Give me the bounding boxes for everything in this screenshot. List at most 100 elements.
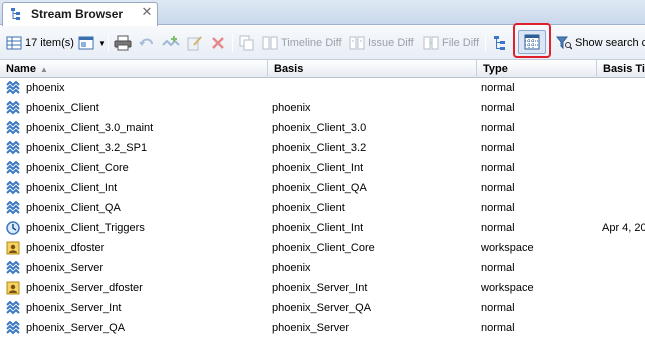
stream-name: phoenix bbox=[26, 82, 65, 94]
clock-icon bbox=[6, 221, 20, 235]
stream-icon bbox=[6, 160, 20, 175]
stream-name: phoenix_dfoster bbox=[26, 242, 105, 254]
window-layout-icon bbox=[78, 36, 94, 50]
column-basis-time-label: Basis Ti bbox=[603, 63, 645, 75]
stream-basis-time bbox=[602, 178, 645, 198]
undo-arrow-icon bbox=[139, 38, 153, 46]
stream-basis-time bbox=[602, 98, 645, 118]
add-stream-button[interactable] bbox=[162, 32, 180, 54]
table-row[interactable]: phoenix_Server_dfoster phoenix_Server_Int… bbox=[0, 278, 645, 298]
table-row[interactable]: phoenix normal bbox=[0, 78, 645, 98]
show-search-button[interactable]: Show search c bbox=[556, 32, 645, 54]
stream-icon bbox=[6, 300, 20, 315]
stream-type: workspace bbox=[481, 242, 534, 254]
stream-basis-time bbox=[602, 278, 645, 298]
stream-basis-time bbox=[602, 198, 645, 218]
undo-button[interactable] bbox=[138, 32, 156, 54]
stream-basis bbox=[272, 78, 476, 98]
stream-type: normal bbox=[481, 162, 515, 174]
filter-search-icon bbox=[556, 36, 572, 50]
workspace-icon bbox=[6, 241, 20, 255]
stream-type: normal bbox=[481, 82, 515, 94]
close-icon[interactable]: ✕ bbox=[140, 5, 154, 19]
stream-icon bbox=[6, 320, 20, 335]
copy-icon bbox=[239, 35, 254, 51]
stream-type: normal bbox=[481, 182, 515, 194]
chevron-down-icon: ▼ bbox=[98, 38, 106, 48]
stream-basis-time bbox=[602, 298, 645, 318]
view-dropdown-button[interactable]: ▼ bbox=[78, 32, 106, 54]
stream-name: phoenix_Server_Int bbox=[26, 302, 122, 314]
issue-diff-button[interactable]: Issue Diff bbox=[349, 32, 414, 54]
table-row[interactable]: phoenix_Client_Triggers phoenix_Client_In… bbox=[0, 218, 645, 238]
timeline-diff-icon bbox=[262, 36, 278, 50]
stream-icon bbox=[6, 120, 20, 135]
stream-icon bbox=[6, 80, 20, 95]
item-count-button[interactable]: 17 item(s) bbox=[6, 32, 74, 54]
highlight-box bbox=[513, 23, 551, 58]
printer-icon bbox=[114, 35, 132, 51]
table-row[interactable]: phoenix_Client_3.2_SP1 phoenix_Client_3.2… bbox=[0, 138, 645, 158]
column-header-name[interactable]: Name ▲ bbox=[0, 60, 268, 78]
edit-button[interactable] bbox=[186, 32, 204, 54]
stream-browser-icon bbox=[11, 8, 20, 20]
table-row[interactable]: phoenix_Server phoenix normal bbox=[0, 258, 645, 278]
table-header: Name ▲ Basis Type Basis Ti bbox=[0, 60, 645, 78]
table-row[interactable]: phoenix_Client_3.0_maint phoenix_Client_3… bbox=[0, 118, 645, 138]
stream-name: phoenix_Client_QA bbox=[26, 202, 121, 214]
column-header-basis-time[interactable]: Basis Ti bbox=[597, 60, 645, 78]
stream-basis: phoenix_Server_QA bbox=[272, 302, 372, 314]
stream-basis: phoenix_Client_QA bbox=[272, 182, 367, 194]
stream-type: normal bbox=[481, 222, 515, 234]
stream-basis: phoenix bbox=[272, 262, 311, 274]
sort-ascending-icon: ▲ bbox=[39, 65, 48, 74]
hierarchy-view-button[interactable] bbox=[493, 32, 509, 54]
timeline-diff-button[interactable]: Timeline Diff bbox=[262, 32, 342, 54]
toolbar-separator bbox=[108, 34, 109, 52]
stream-basis-time: Apr 4, 20 bbox=[602, 222, 645, 234]
print-button[interactable] bbox=[114, 32, 132, 54]
delete-button[interactable] bbox=[210, 32, 226, 54]
tab-stream-browser[interactable]: Stream Browser ✕ bbox=[2, 2, 158, 26]
stream-basis: phoenix_Client_Core bbox=[272, 242, 375, 254]
stream-type: normal bbox=[481, 262, 515, 274]
copy-button[interactable] bbox=[239, 32, 255, 54]
stream-type: normal bbox=[481, 322, 515, 334]
toolbar-separator bbox=[485, 34, 486, 52]
stream-basis: phoenix_Client bbox=[272, 202, 345, 214]
stream-name: phoenix_Server_QA bbox=[26, 322, 126, 334]
column-header-type[interactable]: Type bbox=[477, 60, 597, 78]
delete-x-icon bbox=[212, 37, 224, 49]
stream-name: phoenix_Server bbox=[26, 262, 104, 274]
table-row[interactable]: phoenix_Client phoenix normal bbox=[0, 98, 645, 118]
stream-name: phoenix_Client_Core bbox=[26, 162, 129, 174]
stream-table: phoenix normal phoenix_Client phoenix normal… bbox=[0, 78, 645, 337]
stream-type: normal bbox=[481, 142, 515, 154]
stream-basis: phoenix bbox=[272, 102, 311, 114]
stream-name: phoenix_Client_3.0_maint bbox=[26, 122, 154, 134]
column-header-basis[interactable]: Basis bbox=[268, 60, 477, 78]
workspace-icon bbox=[6, 281, 20, 295]
table-row[interactable]: phoenix_dfoster phoenix_Client_Core worksp… bbox=[0, 238, 645, 258]
add-stream-icon bbox=[162, 36, 180, 47]
stream-basis: phoenix_Server_Int bbox=[272, 282, 368, 294]
issue-diff-icon bbox=[349, 36, 365, 50]
table-row[interactable]: phoenix_Client_Int phoenix_Client_QA norma… bbox=[0, 178, 645, 198]
timeline-diff-label: Timeline Diff bbox=[281, 37, 342, 49]
file-diff-button[interactable]: File Diff bbox=[423, 32, 479, 54]
issue-diff-label: Issue Diff bbox=[368, 37, 414, 49]
stream-basis-time bbox=[602, 238, 645, 258]
stream-type: normal bbox=[481, 202, 515, 214]
table-row[interactable]: phoenix_Server_Int phoenix_Server_QA norma… bbox=[0, 298, 645, 318]
stream-name: phoenix_Client_Triggers bbox=[26, 222, 145, 234]
stream-icon bbox=[6, 180, 20, 195]
edit-icon bbox=[187, 36, 202, 51]
table-row[interactable]: phoenix_Client_Core phoenix_Client_Int nor… bbox=[0, 158, 645, 178]
tab-title: Stream Browser bbox=[31, 7, 124, 21]
stream-type: normal bbox=[481, 122, 515, 134]
table-row[interactable]: phoenix_Server_QA phoenix_Server normal bbox=[0, 318, 645, 337]
stream-basis: phoenix_Client_Int bbox=[272, 162, 364, 174]
table-row[interactable]: phoenix_Client_QA phoenix_Client normal bbox=[0, 198, 645, 218]
stream-icon bbox=[6, 260, 20, 275]
stream-basis-time bbox=[602, 118, 645, 138]
